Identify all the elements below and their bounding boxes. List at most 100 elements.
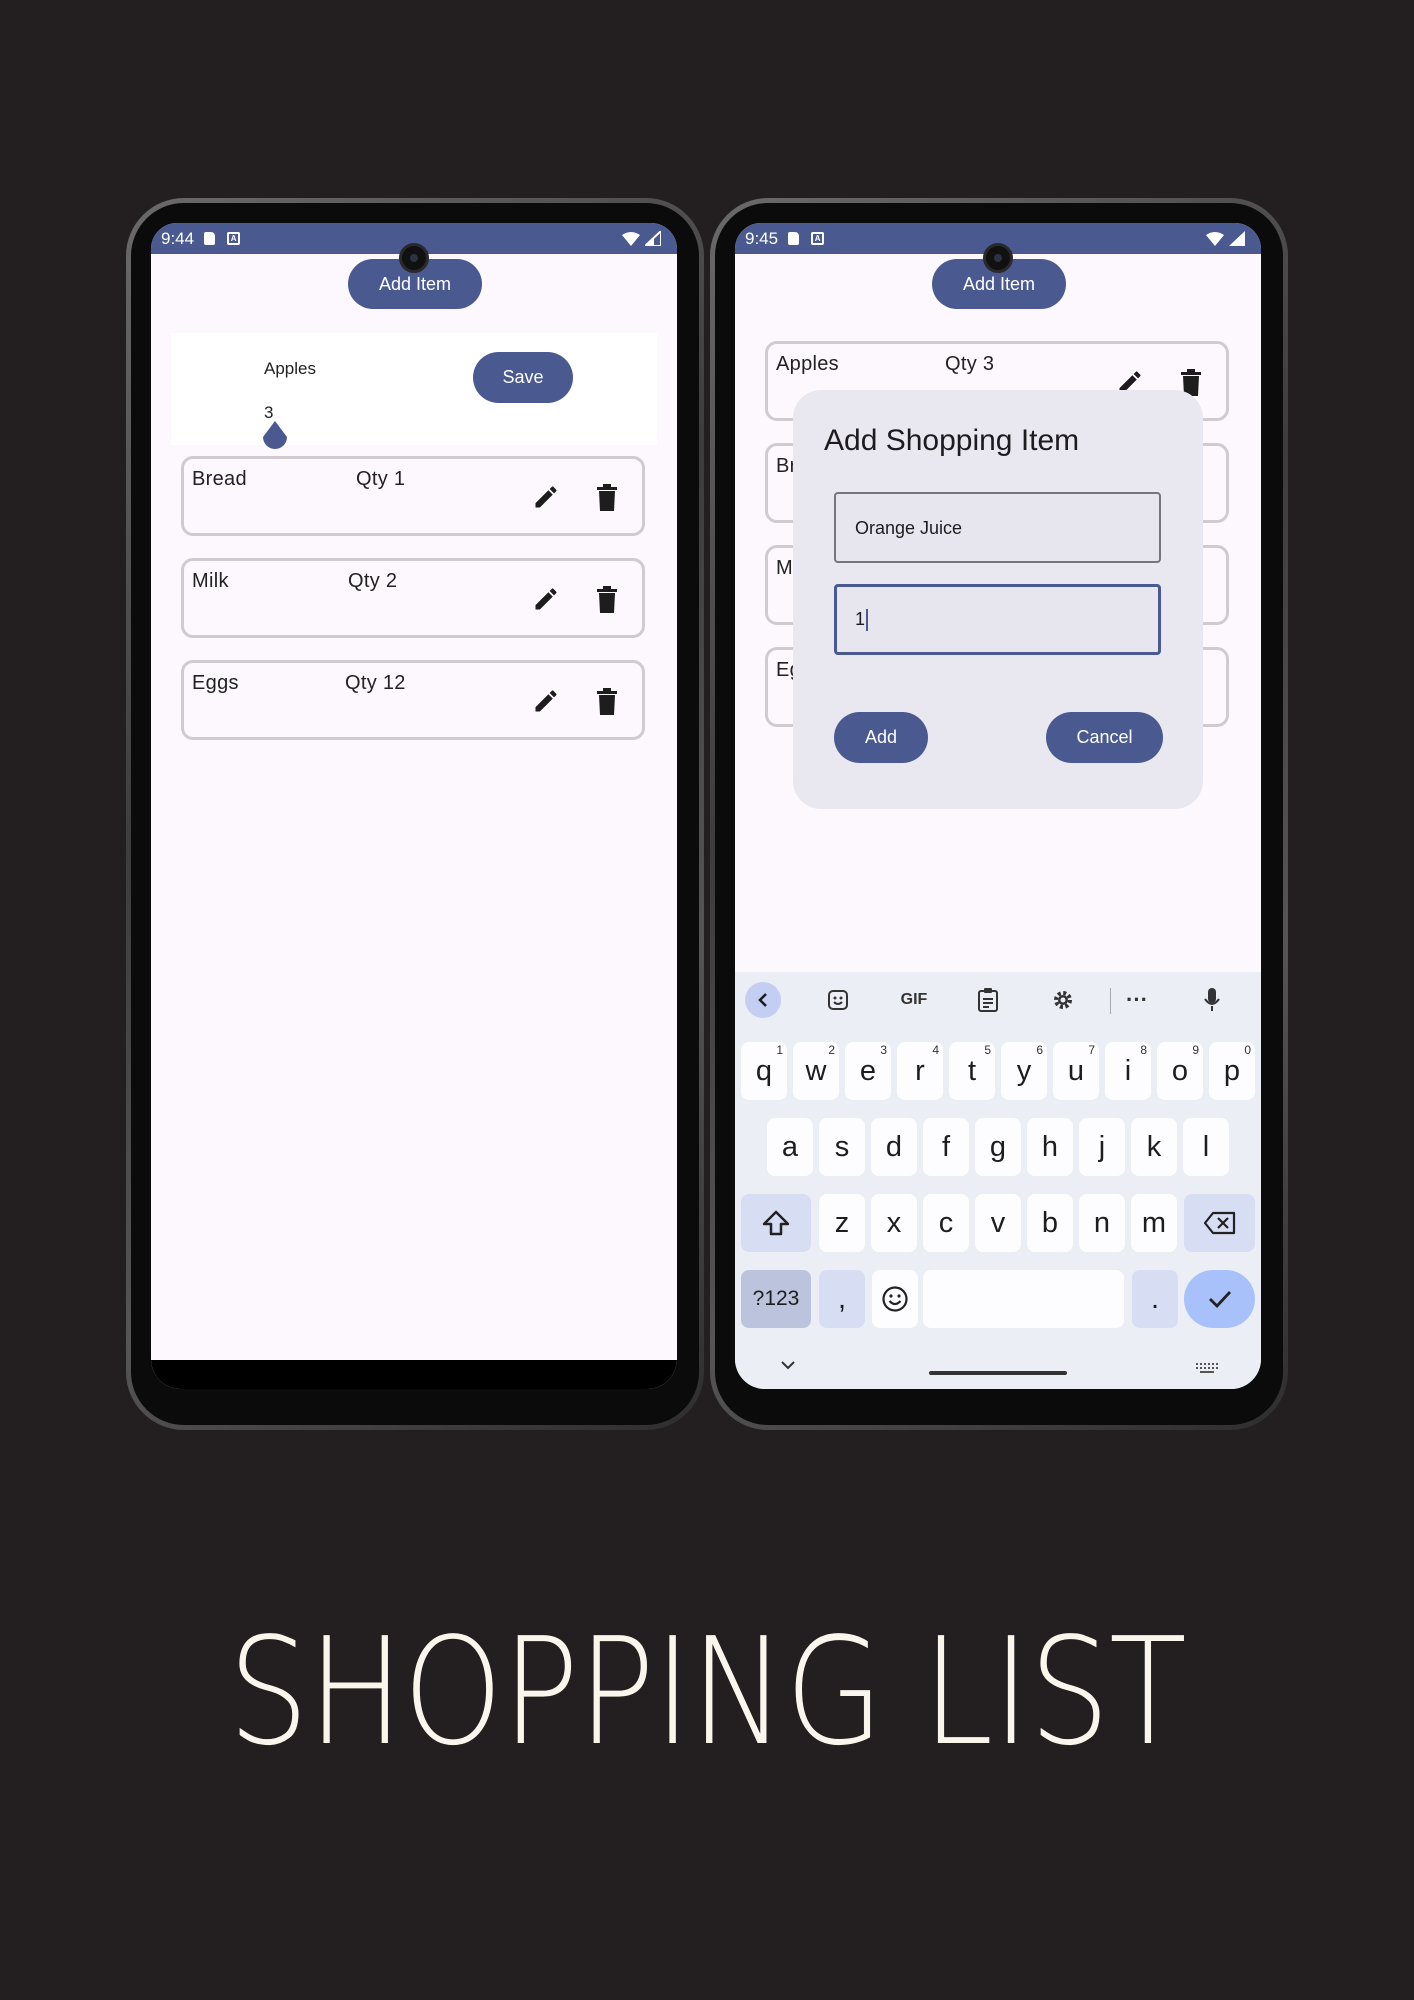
edit-name-field[interactable]: Apples — [264, 359, 316, 379]
collapse-keyboard-icon[interactable] — [780, 1360, 796, 1372]
key-hint: 1 — [776, 1043, 783, 1057]
key-v[interactable]: v — [975, 1194, 1021, 1252]
key-b[interactable]: b — [1027, 1194, 1073, 1252]
key-r[interactable]: r4 — [897, 1042, 943, 1100]
key-label: f — [941, 1130, 951, 1163]
key-hint: 9 — [1192, 1043, 1199, 1057]
comma-key[interactable]: , — [819, 1270, 865, 1328]
microphone-icon[interactable] — [1194, 982, 1230, 1018]
sticker-icon[interactable] — [820, 982, 856, 1018]
quantity-input-field[interactable]: 1 — [834, 584, 1161, 655]
delete-trash-icon[interactable] — [595, 687, 619, 715]
key-label: p — [1223, 1054, 1241, 1087]
key-a[interactable]: a — [767, 1118, 813, 1176]
symbols-key[interactable]: ?123 — [741, 1270, 811, 1328]
key-label: x — [886, 1206, 902, 1239]
key-label: w — [805, 1054, 827, 1087]
keyboard-switch-icon[interactable] — [1195, 1362, 1219, 1376]
key-label: r — [915, 1054, 925, 1087]
delete-trash-icon[interactable] — [595, 585, 619, 613]
home-indicator[interactable] — [929, 1371, 1067, 1375]
name-input-field[interactable]: Orange Juice — [834, 492, 1161, 563]
key-hint: 7 — [1088, 1043, 1095, 1057]
phone-left-bezel: 9:44 A Add Item Apples 3 Save Bread Qty … — [131, 203, 699, 1425]
backspace-key[interactable] — [1184, 1194, 1255, 1252]
key-u[interactable]: u7 — [1053, 1042, 1099, 1100]
phone-left: 9:44 A Add Item Apples 3 Save Bread Qty … — [126, 198, 704, 1430]
key-f[interactable]: f — [923, 1118, 969, 1176]
key-hint: 2 — [828, 1043, 835, 1057]
key-d[interactable]: d — [871, 1118, 917, 1176]
period-key[interactable]: . — [1132, 1270, 1178, 1328]
key-c[interactable]: c — [923, 1194, 969, 1252]
key-l[interactable]: l — [1183, 1118, 1229, 1176]
front-camera — [983, 243, 1013, 273]
key-n[interactable]: n — [1079, 1194, 1125, 1252]
key-label: t — [967, 1054, 977, 1087]
key-w[interactable]: w2 — [793, 1042, 839, 1100]
key-i[interactable]: i8 — [1105, 1042, 1151, 1100]
key-x[interactable]: x — [871, 1194, 917, 1252]
clipboard-icon[interactable] — [970, 982, 1006, 1018]
item-name: Bread — [192, 468, 247, 490]
key-g[interactable]: g — [975, 1118, 1021, 1176]
key-k[interactable]: k — [1131, 1118, 1177, 1176]
cancel-button[interactable]: Cancel — [1046, 712, 1163, 763]
text-cursor-handle-icon[interactable] — [261, 421, 289, 453]
emoji-key[interactable] — [872, 1270, 918, 1328]
item-qty: Qty 1 — [356, 468, 406, 490]
status-time: 9:44 — [161, 228, 195, 248]
key-j[interactable]: j — [1079, 1118, 1125, 1176]
edit-pencil-icon[interactable] — [532, 585, 560, 613]
key-s[interactable]: s — [819, 1118, 865, 1176]
edit-pencil-icon[interactable] — [532, 687, 560, 715]
front-camera — [399, 243, 429, 273]
key-label: u — [1067, 1054, 1085, 1087]
phone-right: 9:45 A Add Item Apples Qty 3 Br M Eg Add… — [710, 198, 1288, 1430]
list-item: Bread Qty 1 — [181, 456, 645, 536]
enter-check-key[interactable] — [1184, 1270, 1255, 1328]
key-t[interactable]: t5 — [949, 1042, 995, 1100]
more-dots-icon[interactable]: ··· — [1119, 982, 1155, 1018]
key-label: b — [1041, 1206, 1059, 1239]
key-label: s — [834, 1130, 850, 1163]
edit-pencil-icon[interactable] — [532, 483, 560, 511]
key-m[interactable]: m — [1131, 1194, 1177, 1252]
delete-trash-icon[interactable] — [595, 483, 619, 511]
key-e[interactable]: e3 — [845, 1042, 891, 1100]
notification-a-icon: A — [811, 232, 825, 245]
key-y[interactable]: y6 — [1001, 1042, 1047, 1100]
soft-keyboard: GIF ··· q1w2e3r4t5y6u7i8o9p0 asdfghjkl z… — [735, 972, 1261, 1389]
settings-gear-icon[interactable] — [1045, 982, 1081, 1018]
add-button[interactable]: Add — [834, 712, 928, 763]
save-button[interactable]: Save — [473, 352, 573, 403]
key-o[interactable]: o9 — [1157, 1042, 1203, 1100]
key-hint: 3 — [880, 1043, 887, 1057]
gif-button[interactable]: GIF — [892, 982, 936, 1018]
edit-item-panel — [171, 333, 657, 445]
sim-card-icon — [788, 232, 800, 245]
screen-left: 9:44 A Add Item Apples 3 Save Bread Qty … — [151, 223, 677, 1389]
wifi-icon — [622, 231, 640, 246]
key-h[interactable]: h — [1027, 1118, 1073, 1176]
item-name: Apples — [776, 353, 839, 375]
item-qty: Qty 12 — [345, 672, 406, 694]
back-chevron-icon[interactable] — [745, 982, 781, 1018]
signal-icon — [1229, 231, 1245, 246]
shift-key[interactable] — [741, 1194, 811, 1252]
key-label: d — [885, 1130, 903, 1163]
quantity-value: 1 — [855, 609, 866, 629]
key-label: n — [1093, 1206, 1111, 1239]
space-key[interactable] — [923, 1270, 1124, 1328]
key-q[interactable]: q1 — [741, 1042, 787, 1100]
key-label: o — [1171, 1054, 1189, 1087]
item-name: Milk — [192, 570, 229, 592]
key-hint: 4 — [932, 1043, 939, 1057]
wifi-icon — [1206, 231, 1224, 246]
key-p[interactable]: p0 — [1209, 1042, 1255, 1100]
edit-qty-field[interactable]: 3 — [264, 403, 273, 423]
phone-right-bezel: 9:45 A Add Item Apples Qty 3 Br M Eg Add… — [715, 203, 1283, 1425]
key-hint: 8 — [1140, 1043, 1147, 1057]
key-label: a — [781, 1130, 799, 1163]
key-z[interactable]: z — [819, 1194, 865, 1252]
